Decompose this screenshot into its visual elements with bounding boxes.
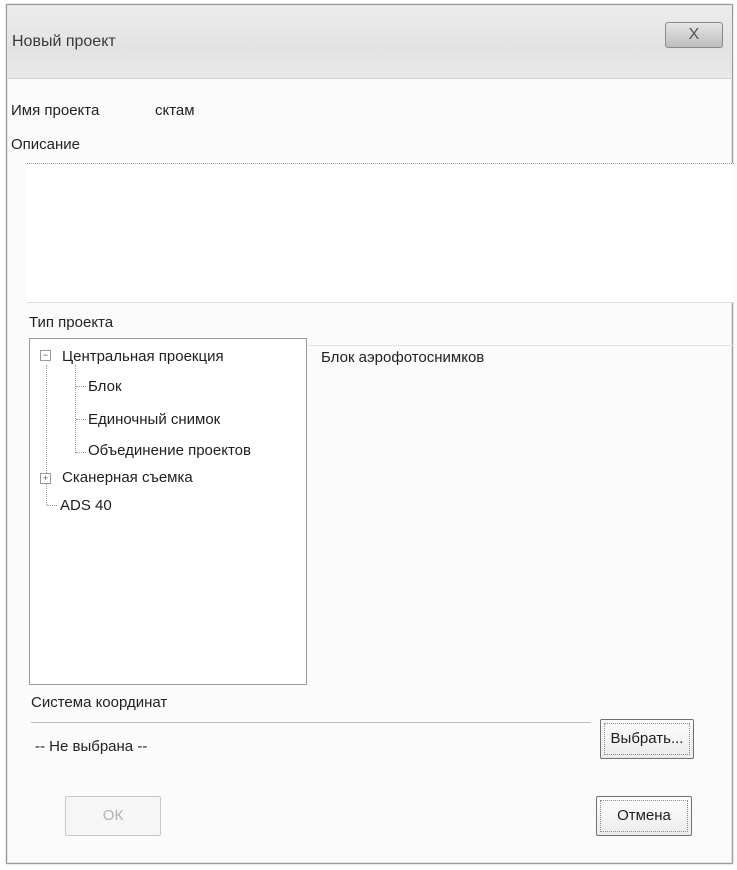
tree-connector: [47, 505, 57, 506]
cancel-button-label: Отмена: [617, 807, 671, 824]
tree-connector: [76, 419, 86, 420]
choose-coordinate-system-button[interactable]: Выбрать...: [600, 719, 694, 759]
type-description-divider: [308, 345, 734, 346]
tree-item-ads40[interactable]: ADS 40: [60, 497, 112, 514]
tree-item-merge-projects[interactable]: Объединение проектов: [88, 442, 251, 459]
ok-button-label: ОК: [102, 807, 124, 824]
tree-item-block[interactable]: Блок: [88, 378, 122, 395]
coordinate-system-value: -- Не выбрана --: [35, 738, 148, 755]
tree-connector: [76, 386, 86, 387]
title-bar: Новый проект X: [8, 6, 731, 79]
tree-connector: [76, 452, 86, 453]
project-name-input[interactable]: сктам: [155, 102, 195, 119]
description-textarea[interactable]: [27, 163, 734, 303]
close-button[interactable]: X: [665, 22, 723, 48]
cancel-button[interactable]: Отмена: [596, 796, 692, 836]
tree-connector: [75, 365, 76, 453]
dialog-title: Новый проект: [12, 33, 116, 50]
coordinate-system-label: Система координат: [31, 694, 168, 711]
project-type-description: Блок аэрофотоснимков: [321, 349, 485, 366]
new-project-dialog: Новый проект X Имя проекта сктам Описани…: [6, 4, 734, 864]
tree-connector: [46, 365, 47, 505]
project-name-label: Имя проекта: [11, 102, 100, 119]
ok-button[interactable]: ОК: [65, 796, 161, 836]
choose-button-label: Выбрать...: [610, 730, 684, 747]
project-type-tree[interactable]: − Центральная проекция Блок Единочный сн…: [29, 338, 307, 685]
collapse-icon[interactable]: −: [40, 350, 51, 361]
tree-item-single-image[interactable]: Единочный снимок: [88, 411, 220, 428]
description-label: Описание: [11, 136, 81, 153]
close-icon: X: [688, 26, 700, 43]
tree-item-scanner-survey[interactable]: Сканерная съемка: [62, 469, 193, 486]
tree-item-central-projection[interactable]: Центральная проекция: [62, 348, 224, 365]
project-type-label: Тип проекта: [29, 314, 114, 331]
expand-icon[interactable]: +: [40, 473, 51, 484]
